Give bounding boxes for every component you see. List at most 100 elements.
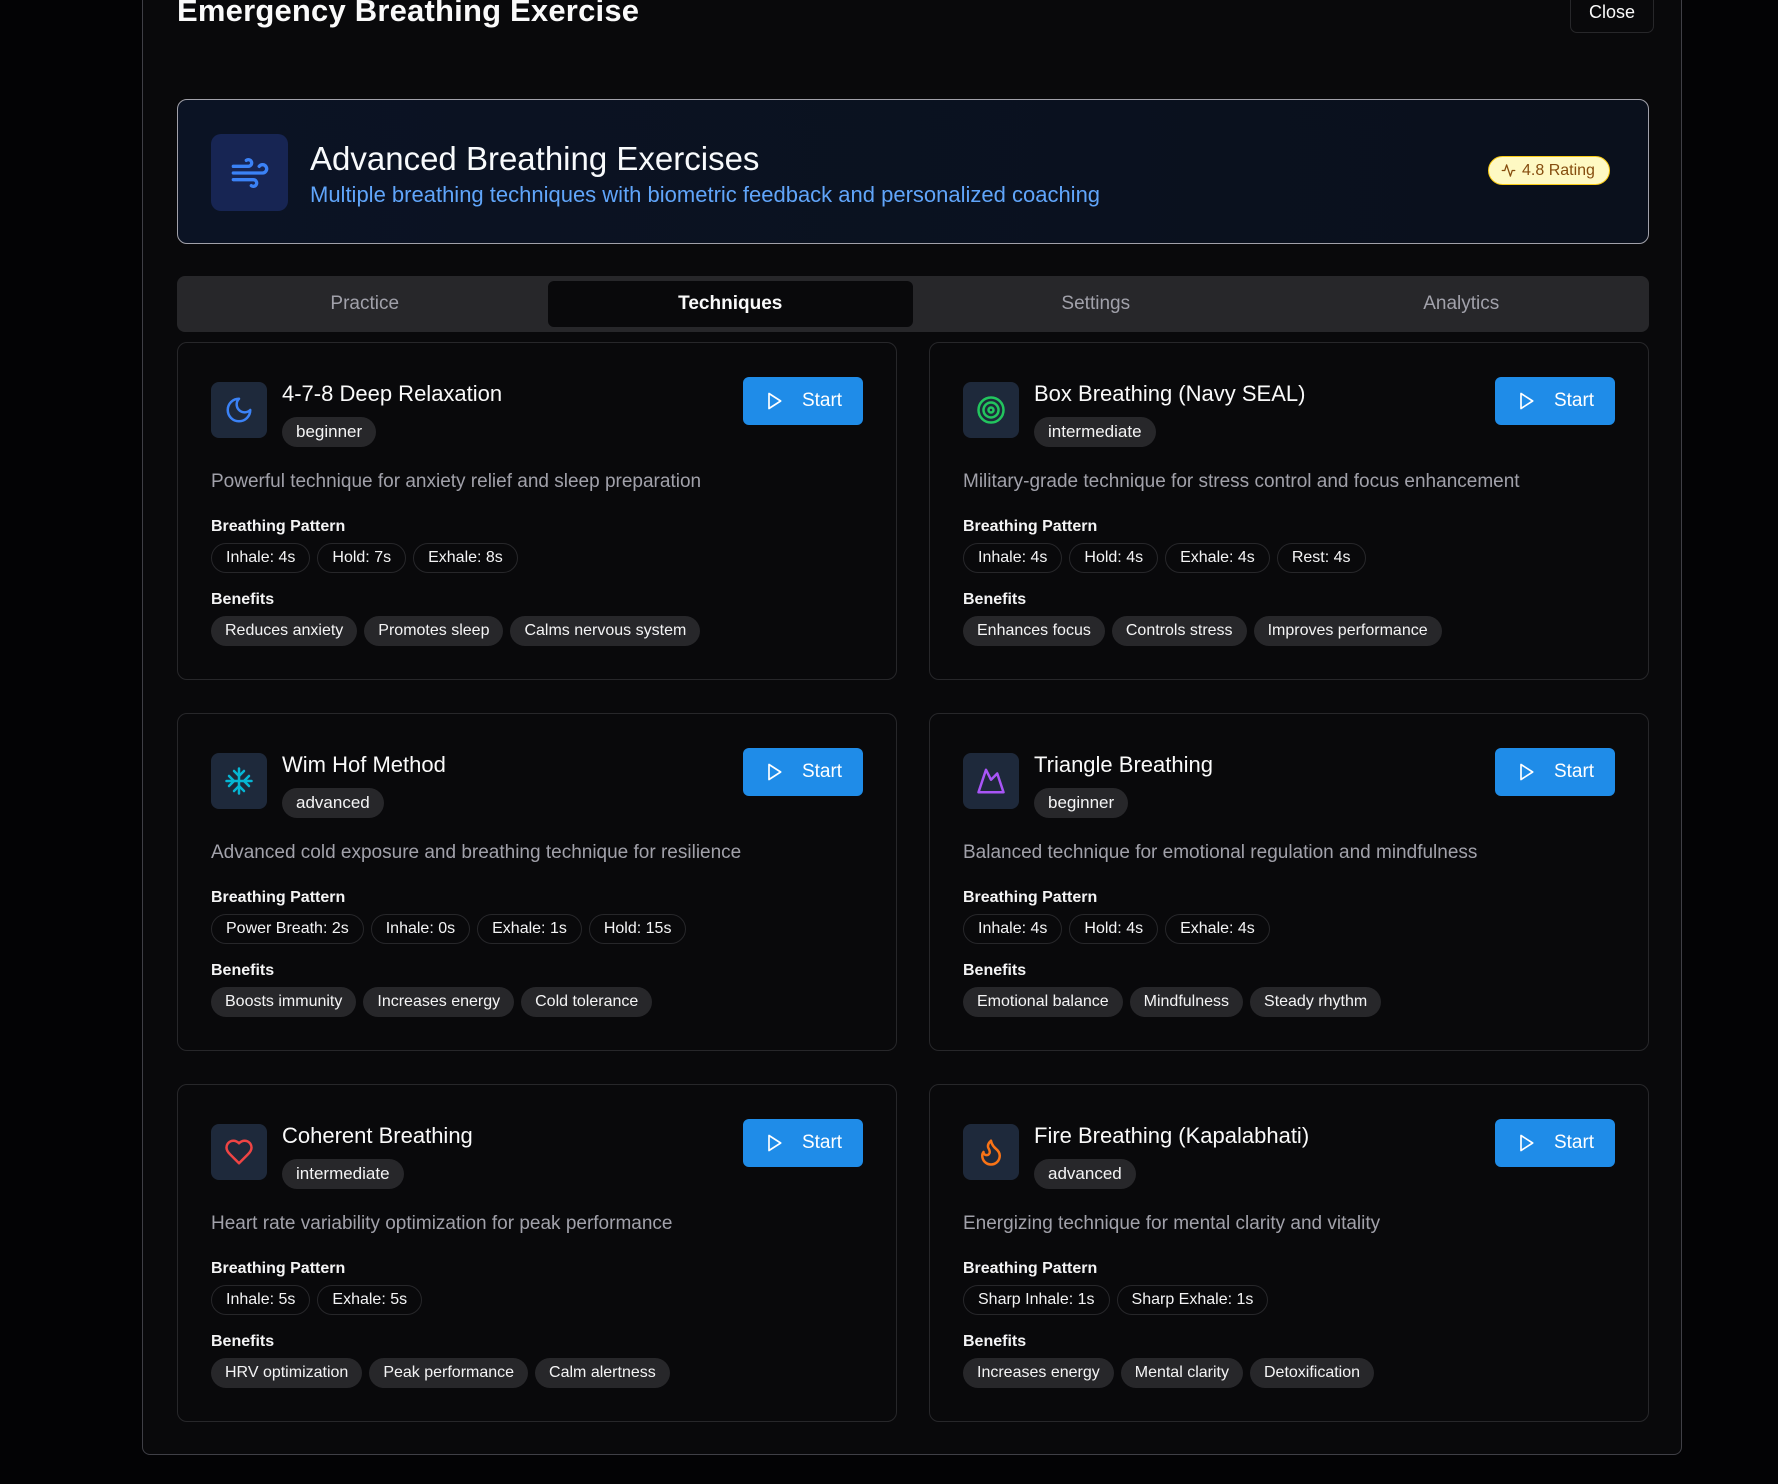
benefit-chip: Boosts immunity	[211, 987, 357, 1017]
rating-badge: 4.8 Rating	[1488, 156, 1610, 185]
pattern-chip: Hold: 15s	[588, 914, 687, 944]
technique-description: Powerful technique for anxiety relief an…	[211, 471, 702, 492]
benefit-chip: Emotional balance	[963, 987, 1123, 1017]
technique-description: Advanced cold exposure and breathing tec…	[211, 842, 742, 863]
play-icon	[768, 1134, 782, 1152]
technique-title: Coherent Breathing	[282, 1123, 473, 1148]
technique-card: Triangle Breathing beginner Start Balanced …	[929, 713, 1649, 1051]
pattern-chip: Rest: 4s	[1276, 543, 1366, 573]
technique-title: Wim Hof Method	[282, 752, 446, 777]
benefit-chip: Increases energy	[963, 1358, 1114, 1388]
pattern-chip: Inhale: 4s	[211, 543, 311, 573]
tab-practice[interactable]: Practice	[182, 281, 548, 327]
technique-grid: 4-7-8 Deep Relaxation beginner Start Powerf…	[177, 342, 1649, 1422]
pattern-list: Power Breath: 2s Inhale: 0s Exhale: 1s Hold…	[211, 914, 687, 944]
level-badge: intermediate	[282, 1159, 404, 1189]
tab-analytics[interactable]: Analytics	[1279, 281, 1645, 327]
pattern-label: Breathing Pattern	[211, 518, 346, 535]
pattern-label: Breathing Pattern	[963, 889, 1098, 906]
benefit-chip: Cold tolerance	[521, 987, 653, 1017]
benefit-chip: Peak performance	[369, 1358, 529, 1388]
benefits-label: Benefits	[963, 1333, 1027, 1350]
benefit-chip: Mental clarity	[1120, 1358, 1243, 1388]
benefit-chip: Detoxification	[1249, 1358, 1375, 1388]
heart-icon	[211, 1124, 267, 1180]
pattern-chip: Exhale: 4s	[1165, 543, 1270, 573]
wind-icon	[211, 134, 288, 211]
pattern-list: Inhale: 4s Hold: 4s Exhale: 4s Rest: 4s	[963, 543, 1366, 573]
pattern-label: Breathing Pattern	[963, 518, 1098, 535]
pattern-list: Inhale: 4s Hold: 4s Exhale: 4s	[963, 914, 1270, 944]
benefit-chip: Steady rhythm	[1250, 987, 1382, 1017]
tab-settings[interactable]: Settings	[913, 281, 1279, 327]
benefits-list: Emotional balance Mindfulness Steady rhyth…	[963, 987, 1382, 1017]
technique-card: Wim Hof Method advanced Start Advanced cold…	[177, 713, 897, 1051]
technique-description: Military-grade technique for stress cont…	[963, 471, 1520, 492]
benefit-chip: HRV optimization	[211, 1358, 363, 1388]
benefit-chip: Improves performance	[1253, 616, 1442, 646]
pattern-list: Inhale: 4s Hold: 7s Exhale: 8s	[211, 543, 518, 573]
technique-title: Box Breathing (Navy SEAL)	[1034, 381, 1306, 406]
pattern-chip: Sharp Exhale: 1s	[1116, 1285, 1269, 1315]
level-badge: advanced	[282, 788, 384, 818]
benefit-chip: Promotes sleep	[364, 616, 504, 646]
start-button[interactable]: Start	[743, 1119, 863, 1167]
start-button[interactable]: Start	[1495, 1119, 1615, 1167]
start-label: Start	[1553, 1132, 1595, 1153]
hero-banner: Advanced Breathing Exercises Multiple br…	[177, 99, 1649, 244]
start-label: Start	[1553, 390, 1595, 411]
benefits-list: Increases energy Mental clarity Detoxifica…	[963, 1358, 1375, 1388]
start-button[interactable]: Start	[743, 748, 863, 796]
activity-icon	[1501, 164, 1516, 177]
pattern-chip: Hold: 4s	[1069, 914, 1159, 944]
rating-label: 4.8 Rating	[1522, 161, 1595, 179]
play-icon	[1520, 763, 1534, 781]
tab-techniques[interactable]: Techniques	[547, 281, 913, 327]
technique-card: 4-7-8 Deep Relaxation beginner Start Powerf…	[177, 342, 897, 680]
benefits-list: Boosts immunity Increases energy Cold tole…	[211, 987, 653, 1017]
benefits-label: Benefits	[211, 1333, 275, 1350]
target-icon	[963, 382, 1019, 438]
pattern-chip: Exhale: 4s	[1165, 914, 1270, 944]
snowflake-icon	[211, 753, 267, 809]
pattern-chip: Sharp Inhale: 1s	[963, 1285, 1110, 1315]
level-badge: intermediate	[1034, 417, 1156, 447]
pattern-chip: Inhale: 0s	[370, 914, 471, 944]
level-badge: beginner	[282, 417, 377, 447]
technique-card: Fire Breathing (Kapalabhati) advanced Star…	[929, 1084, 1649, 1422]
start-button[interactable]: Start	[743, 377, 863, 425]
flame-icon	[963, 1124, 1019, 1180]
tab-list: Practice Techniques Settings Analytics	[177, 276, 1649, 332]
technique-card: Coherent Breathing intermediate Start Heart…	[177, 1084, 897, 1422]
pattern-chip: Inhale: 5s	[211, 1285, 311, 1315]
technique-title: Fire Breathing (Kapalabhati)	[1034, 1123, 1310, 1148]
start-label: Start	[801, 761, 843, 782]
pattern-label: Breathing Pattern	[211, 889, 346, 906]
pattern-chip: Hold: 4s	[1069, 543, 1159, 573]
pattern-list: Inhale: 5s Exhale: 5s	[211, 1285, 423, 1315]
level-badge: advanced	[1034, 1159, 1136, 1189]
benefits-list: Reduces anxiety Promotes sleep Calms nervo…	[211, 616, 701, 646]
start-label: Start	[801, 1132, 843, 1153]
pattern-chip: Inhale: 4s	[963, 543, 1063, 573]
pattern-list: Sharp Inhale: 1s Sharp Exhale: 1s	[963, 1285, 1269, 1315]
breathing-dialog: Emergency Breathing Exercise Close Advan…	[142, 0, 1682, 1455]
level-badge: beginner	[1034, 788, 1129, 818]
play-icon	[768, 392, 782, 410]
start-button[interactable]: Start	[1495, 748, 1615, 796]
pattern-chip: Inhale: 4s	[963, 914, 1063, 944]
benefit-chip: Increases energy	[363, 987, 515, 1017]
start-button[interactable]: Start	[1495, 377, 1615, 425]
pattern-chip: Exhale: 8s	[413, 543, 518, 573]
technique-description: Balanced technique for emotional regulat…	[963, 842, 1478, 863]
hero-title: Advanced Breathing Exercises	[310, 140, 760, 177]
benefits-label: Benefits	[963, 591, 1027, 608]
pattern-chip: Hold: 7s	[317, 543, 407, 573]
benefits-label: Benefits	[963, 962, 1027, 979]
technique-card: Box Breathing (Navy SEAL) intermediate Sta…	[929, 342, 1649, 680]
play-icon	[768, 763, 782, 781]
hero-subtitle: Multiple breathing techniques with biome…	[310, 182, 1101, 207]
play-icon	[1520, 1134, 1534, 1152]
close-button[interactable]: Close	[1570, 0, 1655, 33]
benefit-chip: Mindfulness	[1129, 987, 1244, 1017]
